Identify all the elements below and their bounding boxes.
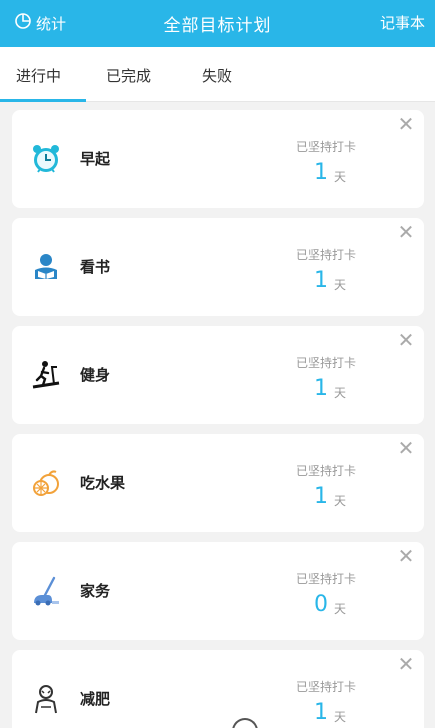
streak-unit: 天 bbox=[334, 278, 347, 292]
streak-days: 1 bbox=[314, 700, 328, 725]
reading-icon bbox=[30, 251, 62, 283]
streak-unit: 天 bbox=[334, 602, 347, 616]
header-bar: 统计 全部目标计划 记事本 bbox=[0, 0, 435, 47]
streak-unit: 天 bbox=[334, 710, 347, 724]
delete-goal-button[interactable]: ✕ bbox=[396, 654, 416, 674]
goal-card-weight-loss[interactable]: 减肥 ✕ 已坚持打卡 1 天 bbox=[12, 650, 424, 728]
streak-days: 0 bbox=[314, 592, 328, 617]
streak-label: 已坚持打卡 bbox=[296, 248, 357, 262]
tab-bar: 进行中 已完成 失败 bbox=[0, 47, 435, 102]
notebook-button[interactable]: 记事本 bbox=[380, 12, 425, 33]
pie-chart-icon bbox=[14, 12, 32, 34]
alarm-clock-icon bbox=[30, 143, 62, 175]
stats-label: 统计 bbox=[36, 14, 67, 33]
stats-button[interactable]: 统计 bbox=[14, 11, 66, 35]
goal-name: 早起 bbox=[80, 150, 111, 168]
app-root: 统计 全部目标计划 记事本 进行中 已完成 失败 早起 ✕ 已坚持打卡 1 天 … bbox=[0, 0, 435, 728]
goal-card-fitness[interactable]: 健身 ✕ 已坚持打卡 1 天 bbox=[12, 326, 424, 424]
goal-name: 家务 bbox=[80, 582, 111, 600]
streak-label: 已坚持打卡 bbox=[296, 680, 357, 694]
goal-list: 早起 ✕ 已坚持打卡 1 天 看书 ✕ 已坚持打卡 1 天 健身 ✕ 已坚持打卡… bbox=[0, 102, 435, 728]
streak-days: 1 bbox=[314, 484, 328, 509]
streak-unit: 天 bbox=[334, 386, 347, 400]
streak-label: 已坚持打卡 bbox=[296, 572, 357, 586]
streak-unit: 天 bbox=[334, 494, 347, 508]
goal-card-housework[interactable]: 家务 ✕ 已坚持打卡 0 天 bbox=[12, 542, 424, 640]
streak-label: 已坚持打卡 bbox=[296, 356, 357, 370]
person-icon bbox=[30, 683, 62, 715]
tab-completed[interactable]: 已完成 bbox=[106, 65, 151, 86]
tab-in-progress[interactable]: 进行中 bbox=[16, 65, 61, 86]
goal-name: 减肥 bbox=[80, 690, 111, 708]
goal-card-early-rise[interactable]: 早起 ✕ 已坚持打卡 1 天 bbox=[12, 110, 424, 208]
delete-goal-button[interactable]: ✕ bbox=[396, 546, 416, 566]
vacuum-icon bbox=[30, 575, 62, 607]
goal-card-reading[interactable]: 看书 ✕ 已坚持打卡 1 天 bbox=[12, 218, 424, 316]
delete-goal-button[interactable]: ✕ bbox=[396, 438, 416, 458]
streak-days: 1 bbox=[314, 160, 328, 185]
tab-failed[interactable]: 失败 bbox=[202, 65, 232, 86]
goal-name: 吃水果 bbox=[80, 474, 126, 492]
goal-card-fruit[interactable]: 吃水果 ✕ 已坚持打卡 1 天 bbox=[12, 434, 424, 532]
streak-days: 1 bbox=[314, 376, 328, 401]
fruit-icon bbox=[30, 467, 62, 499]
streak-label: 已坚持打卡 bbox=[296, 140, 357, 154]
goal-name: 看书 bbox=[80, 258, 111, 276]
treadmill-icon bbox=[30, 359, 62, 391]
goal-name: 健身 bbox=[80, 366, 111, 384]
streak-unit: 天 bbox=[334, 170, 347, 184]
streak-days: 1 bbox=[314, 268, 328, 293]
delete-goal-button[interactable]: ✕ bbox=[396, 330, 416, 350]
delete-goal-button[interactable]: ✕ bbox=[396, 222, 416, 242]
streak-label: 已坚持打卡 bbox=[296, 464, 357, 478]
delete-goal-button[interactable]: ✕ bbox=[396, 114, 416, 134]
